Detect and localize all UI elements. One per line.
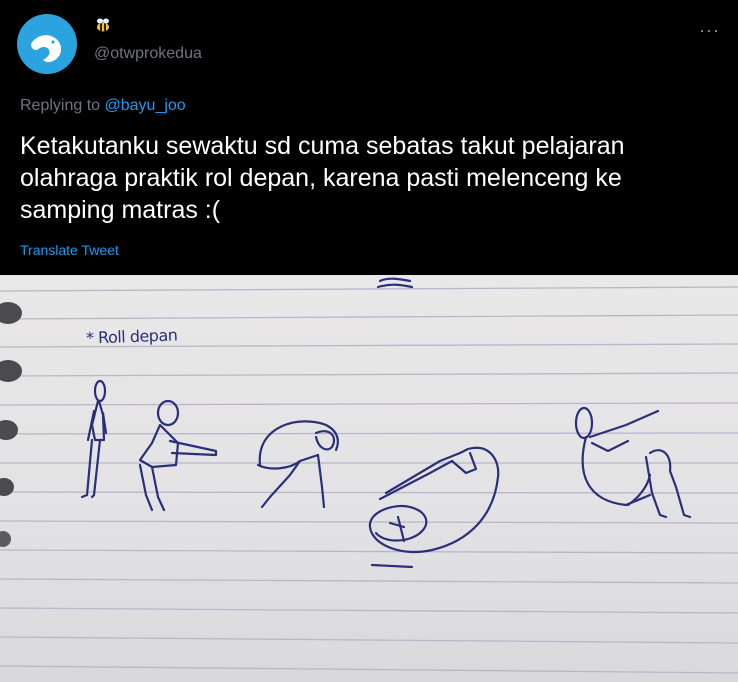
reply-mention-link[interactable]: @bayu_joo — [105, 97, 186, 114]
replying-to: Replying to @bayu_joo — [20, 97, 186, 115]
user-handle[interactable]: @otwprokedua — [94, 45, 202, 63]
stick-figures — [80, 277, 692, 569]
translate-tweet-link[interactable]: Translate Tweet — [20, 242, 119, 258]
spiral-holes — [0, 302, 22, 547]
bee-emoji-icon — [97, 18, 109, 32]
avatar-bird-icon — [31, 35, 62, 63]
note-heading: * Roll depan — [85, 325, 178, 348]
more-options-icon[interactable]: ··· — [699, 20, 720, 41]
avatar[interactable] — [17, 14, 77, 74]
tweet-card: @otwprokedua ··· Replying to @bayu_joo K… — [0, 0, 738, 275]
tweet-photo[interactable]: * Roll depan — [0, 275, 738, 682]
reply-prefix: Replying to — [20, 97, 105, 114]
tweet-text: Ketakutanku sewaktu sd cuma sebatas taku… — [20, 132, 625, 224]
